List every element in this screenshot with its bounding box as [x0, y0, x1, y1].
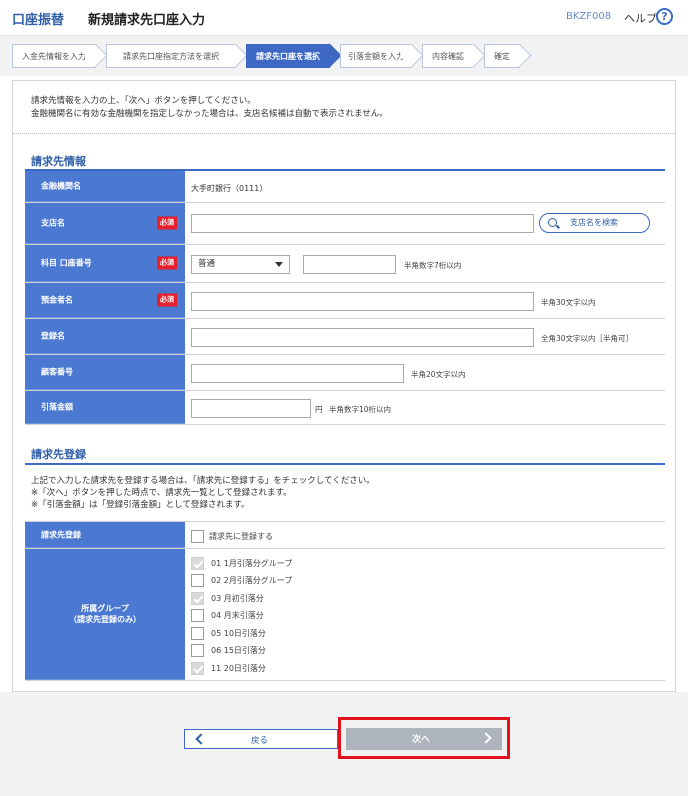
register-checkbox-label[interactable]: 請求先に登録する: [209, 531, 273, 542]
row-customer-number: 顧客番号 半角20文字以内: [25, 355, 665, 391]
group-checkbox-04[interactable]: [191, 609, 204, 622]
account-number-hint: 半角数字7桁以内: [404, 261, 462, 270]
section-underline: [25, 463, 665, 465]
amount-unit: 円: [315, 405, 323, 414]
step-bar: 入金先情報を入力 請求先口座指定方法を選択 請求先口座を選択 引落金額を入力 内…: [0, 36, 688, 76]
row-bank: 金融機関名 大手町銀行（0111）: [25, 171, 665, 203]
screen-code: BKZF008: [566, 11, 612, 22]
register-label-cell: 請求先登録: [25, 522, 185, 548]
row-amount: 引落金額 円 半角数字10桁以内: [25, 391, 665, 425]
search-icon: [548, 218, 557, 227]
top-bar: 口座振替 新規請求先口座入力 BKZF008 ヘルプ ?: [0, 0, 688, 36]
holder-name-input[interactable]: [191, 292, 534, 311]
main-panel: 請求先情報を入力の上、「次へ」ボタンを押してください。 金融機関名に有効な金融機…: [12, 80, 676, 692]
account-type-select[interactable]: 普通: [191, 255, 290, 274]
account-label-cell: 科目 口座番号 必須: [25, 245, 185, 282]
group-checkbox-06[interactable]: [191, 644, 204, 657]
registered-name-hint: 全角30文字以内［半角可］: [541, 334, 634, 343]
step-2: 請求先口座指定方法を選択: [106, 44, 236, 68]
row-holder: 預金者名 必須 半角30文字以内: [25, 283, 665, 319]
amount-hint: 半角数字10桁以内: [329, 405, 392, 414]
branch-label-cell: 支店名 必須: [25, 203, 185, 244]
chevron-down-icon: [275, 262, 283, 267]
group-checkbox-11[interactable]: [191, 662, 204, 675]
group-checkbox-02[interactable]: [191, 574, 204, 587]
group-label-04[interactable]: 04 月末引落分: [211, 610, 264, 621]
row-branch: 支店名 必須 支店名を検索: [25, 203, 665, 245]
required-badge: 必須: [157, 216, 177, 230]
group-label-06[interactable]: 06 15日引落分: [211, 645, 266, 656]
intro-text: 請求先情報を入力の上、「次へ」ボタンを押してください。 金融機関名に有効な金融機…: [31, 96, 388, 119]
registration-title: 請求先登録: [31, 448, 86, 461]
group-label-03[interactable]: 03 月初引落分: [211, 593, 264, 604]
register-checkbox[interactable]: [191, 530, 204, 543]
group-label-05[interactable]: 05 10日引落分: [211, 628, 266, 639]
help-icon[interactable]: ?: [656, 8, 673, 25]
billing-info-title: 請求先情報: [31, 155, 86, 168]
required-badge: 必須: [157, 256, 177, 270]
required-badge: 必須: [157, 293, 177, 307]
holder-name-hint: 半角30文字以内: [541, 298, 596, 307]
group-checkbox-03[interactable]: [191, 592, 204, 605]
customer-number-input[interactable]: [191, 364, 404, 383]
group-label-11[interactable]: 11 20日引落分: [211, 663, 266, 674]
registered-name-input[interactable]: [191, 328, 534, 347]
registered-name-label-cell: 登録名: [25, 319, 185, 354]
group-label-01[interactable]: 01 1月引落分グループ: [211, 558, 292, 569]
group-checkbox-01[interactable]: [191, 557, 204, 570]
customer-number-hint: 半角20文字以内: [411, 370, 466, 379]
bank-label-cell: 金融機関名: [25, 171, 185, 202]
next-button[interactable]: 次へ: [346, 728, 502, 750]
row-account: 科目 口座番号 必須 普通 半角数字7桁以内: [25, 245, 665, 283]
group-label-cell: 所属グループ （請求先登録のみ）: [25, 549, 185, 680]
back-button[interactable]: 戻る: [184, 729, 338, 749]
chevron-right-icon: [480, 732, 492, 744]
customer-number-label-cell: 顧客番号: [25, 355, 185, 390]
bank-value: 大手町銀行（0111）: [191, 184, 268, 193]
group-checkbox-05[interactable]: [191, 627, 204, 640]
account-number-input[interactable]: [303, 255, 396, 274]
registration-description: 上記で入力した請求先を登録する場合は、「請求先に登録する」をチェックしてください…: [31, 476, 375, 510]
row-registered-name: 登録名 全角30文字以内［半角可］: [25, 319, 665, 355]
branch-search-button[interactable]: 支店名を検索: [539, 213, 650, 233]
group-label-02[interactable]: 02 2月引落分グループ: [211, 575, 292, 586]
step-indicator: 入金先情報を入力 請求先口座指定方法を選択 請求先口座を選択 引落金額を入力 内…: [12, 43, 532, 68]
help-link[interactable]: ヘルプ: [624, 10, 657, 26]
amount-label-cell: 引落金額: [25, 391, 185, 424]
row-register: 請求先登録 請求先に登録する: [25, 521, 665, 549]
branch-input[interactable]: [191, 214, 534, 233]
page-title: 新規請求先口座入力: [88, 13, 206, 28]
amount-input[interactable]: [191, 399, 311, 418]
divider: [13, 133, 675, 134]
holder-label-cell: 預金者名 必須: [25, 283, 185, 318]
chevron-left-icon: [195, 733, 207, 745]
row-group: 所属グループ （請求先登録のみ） 01 1月引落分グループ 02 2月引落分グル…: [25, 549, 665, 681]
app-name: 口座振替: [12, 13, 65, 28]
